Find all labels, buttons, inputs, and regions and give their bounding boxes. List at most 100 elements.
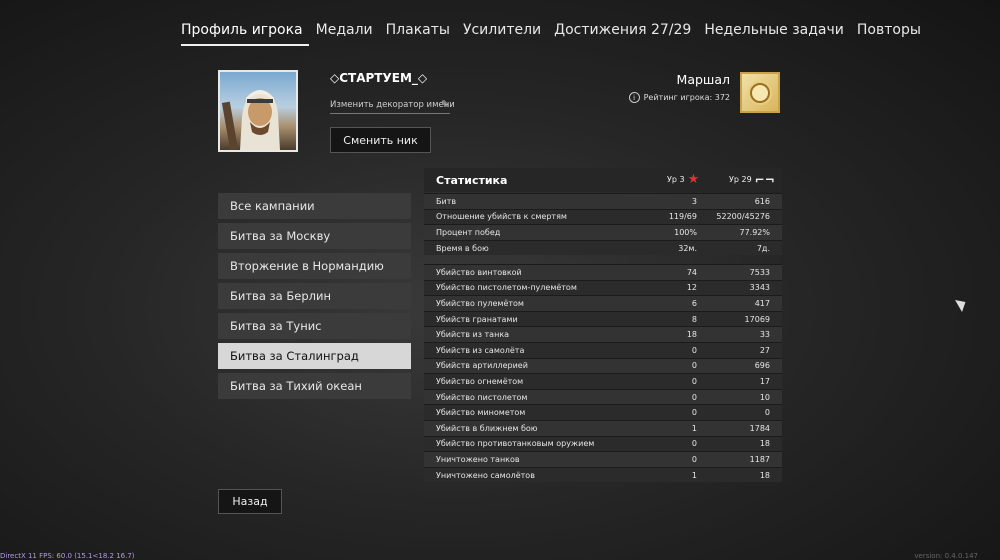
table-row: Убийств гранатами 8 17069 <box>424 310 782 327</box>
change-name-decorator-link[interactable]: Изменить декоратор имени ✎ <box>330 98 455 114</box>
campaign-list: Все кампании Битва за Москву Вторжение в… <box>218 193 411 403</box>
stat-campaign-value: 0 <box>642 388 700 405</box>
kill-stats-table: Убийство винтовкой 74 7533 Убийство пистоле… <box>424 264 782 483</box>
tab-player-profile[interactable]: Профиль игрока <box>181 22 309 46</box>
table-row: Убийство минометом 0 0 <box>424 404 782 421</box>
stat-label: Убийство винтовкой <box>424 264 642 281</box>
rank-title: Маршал <box>676 72 730 87</box>
stat-total-value: 696 <box>700 357 782 374</box>
stat-campaign-value: 0 <box>642 341 700 359</box>
stat-total-value: 1187 <box>700 451 782 468</box>
tab-boosters[interactable]: Усилители <box>463 22 547 46</box>
table-row: Убийств из самолёта 0 27 <box>424 341 782 359</box>
stat-label: Битв <box>424 193 642 210</box>
table-row: Убийство пистолетом-пулемётом 12 3343 <box>424 279 782 296</box>
campaign-level: Ур 3 ★ <box>667 171 700 187</box>
tab-medals[interactable]: Медали <box>316 22 379 46</box>
stat-campaign-value: 0 <box>642 357 700 374</box>
stat-label: Время в бою <box>424 239 642 256</box>
change-nick-button[interactable]: Сменить ник <box>330 127 431 153</box>
table-row: Убийство винтовкой 74 7533 <box>424 264 782 281</box>
stat-campaign-value: 12 <box>642 279 700 296</box>
general-stats-table: Битв 3 616 Отношение убийств к смертям 119/6… <box>424 193 782 256</box>
stat-label: Убийство противотанковым оружием <box>424 435 642 452</box>
campaign-all[interactable]: Все кампании <box>218 193 411 219</box>
stat-label: Убийств артиллерией <box>424 357 642 374</box>
campaign-stalingrad[interactable]: Битва за Сталинград <box>218 343 411 369</box>
table-row: Убийств артиллерией 0 696 <box>424 357 782 374</box>
total-level-label: Ур 29 <box>729 175 752 184</box>
stat-total-value: 52200/45276 <box>700 208 782 225</box>
campaign-tunisia[interactable]: Битва за Тунис <box>218 313 411 339</box>
pencil-icon: ✎ <box>440 98 450 111</box>
mouse-cursor-icon <box>955 295 969 313</box>
table-row: Отношение убийств к смертям 119/69 52200/4… <box>424 208 782 225</box>
campaign-normandy[interactable]: Вторжение в Нормандию <box>218 253 411 279</box>
stat-label: Уничтожено самолётов <box>424 466 642 483</box>
table-row: Время в бою 32м. 7д. <box>424 239 782 256</box>
stat-total-value: 18 <box>700 435 782 452</box>
tab-replays[interactable]: Повторы <box>857 22 927 46</box>
stat-campaign-value: 0 <box>642 373 700 390</box>
medal-icon <box>750 82 770 103</box>
stat-campaign-value: 119/69 <box>642 208 700 225</box>
table-row: Убийств из танка 18 33 <box>424 326 782 343</box>
stat-total-value: 27 <box>700 341 782 359</box>
stats-title: Статистика <box>436 174 508 187</box>
table-row: Уничтожено самолётов 1 18 <box>424 466 782 483</box>
stat-campaign-value: 3 <box>642 193 700 210</box>
table-row: Убийство пулемётом 6 417 <box>424 295 782 312</box>
tab-weekly-tasks[interactable]: Недельные задачи <box>704 22 850 46</box>
back-button[interactable]: Назад <box>218 489 282 514</box>
stat-campaign-value: 0 <box>642 404 700 421</box>
table-row: Уничтожено танков 0 1187 <box>424 451 782 468</box>
table-row: Убийств в ближнем бою 1 1784 <box>424 419 782 437</box>
table-row: Битв 3 616 <box>424 193 782 210</box>
rank-badge[interactable] <box>740 72 780 113</box>
table-row: Убийство пистолетом 0 10 <box>424 388 782 405</box>
stat-total-value: 1784 <box>700 419 782 437</box>
tab-achievements[interactable]: Достижения 27/29 <box>554 22 697 46</box>
stat-total-value: 616 <box>700 193 782 210</box>
stat-total-value: 0 <box>700 404 782 421</box>
campaign-pacific[interactable]: Битва за Тихий океан <box>218 373 411 399</box>
stat-label: Убийство огнемётом <box>424 373 642 390</box>
rating-label: Рейтинг игрока: 372 <box>643 93 730 102</box>
stat-label: Убийство пулемётом <box>424 295 642 312</box>
stat-campaign-value: 32м. <box>642 239 700 256</box>
stat-total-value: 7д. <box>700 239 782 256</box>
stat-label: Убийство минометом <box>424 404 642 421</box>
red-star-icon: ★ <box>687 171 700 187</box>
info-icon[interactable]: i <box>628 92 640 103</box>
stat-campaign-value: 100% <box>642 224 700 241</box>
stat-total-value: 7533 <box>700 264 782 281</box>
campaign-moscow[interactable]: Битва за Москву <box>218 223 411 249</box>
stat-total-value: 17069 <box>700 310 782 327</box>
stat-campaign-value: 0 <box>642 435 700 452</box>
stat-total-value: 33 <box>700 326 782 343</box>
table-row: Процент побед 100% 77.92% <box>424 224 782 241</box>
stat-label: Убийство пистолетом <box>424 388 642 405</box>
stat-campaign-value: 1 <box>642 466 700 483</box>
stat-label: Убийств из танка <box>424 326 642 343</box>
stat-label: Процент побед <box>424 224 642 241</box>
stat-campaign-value: 18 <box>642 326 700 343</box>
stat-campaign-value: 74 <box>642 264 700 281</box>
total-level: Ур 29 ⌐¬ <box>729 172 775 187</box>
stat-label: Отношение убийств к смертям <box>424 208 642 225</box>
stat-label: Убийств гранатами <box>424 310 642 327</box>
table-row: Убийство противотанковым оружием 0 18 <box>424 435 782 452</box>
campaign-berlin[interactable]: Битва за Берлин <box>218 283 411 309</box>
stat-total-value: 17 <box>700 373 782 390</box>
stat-campaign-value: 0 <box>642 451 700 468</box>
table-row: Убийство огнемётом 0 17 <box>424 373 782 390</box>
decorator-label: Изменить декоратор имени <box>330 100 455 110</box>
avatar[interactable] <box>218 70 298 152</box>
stat-campaign-value: 1 <box>642 419 700 437</box>
stat-total-value: 77.92% <box>700 224 782 241</box>
player-rating: i Рейтинг игрока: 372 <box>628 92 730 103</box>
iron-cross-icon: ⌐¬ <box>754 172 775 187</box>
stat-total-value: 18 <box>700 466 782 483</box>
tab-posters[interactable]: Плакаты <box>386 22 456 46</box>
top-tabs: Профиль игрока Медали Плакаты Усилители … <box>181 22 934 46</box>
